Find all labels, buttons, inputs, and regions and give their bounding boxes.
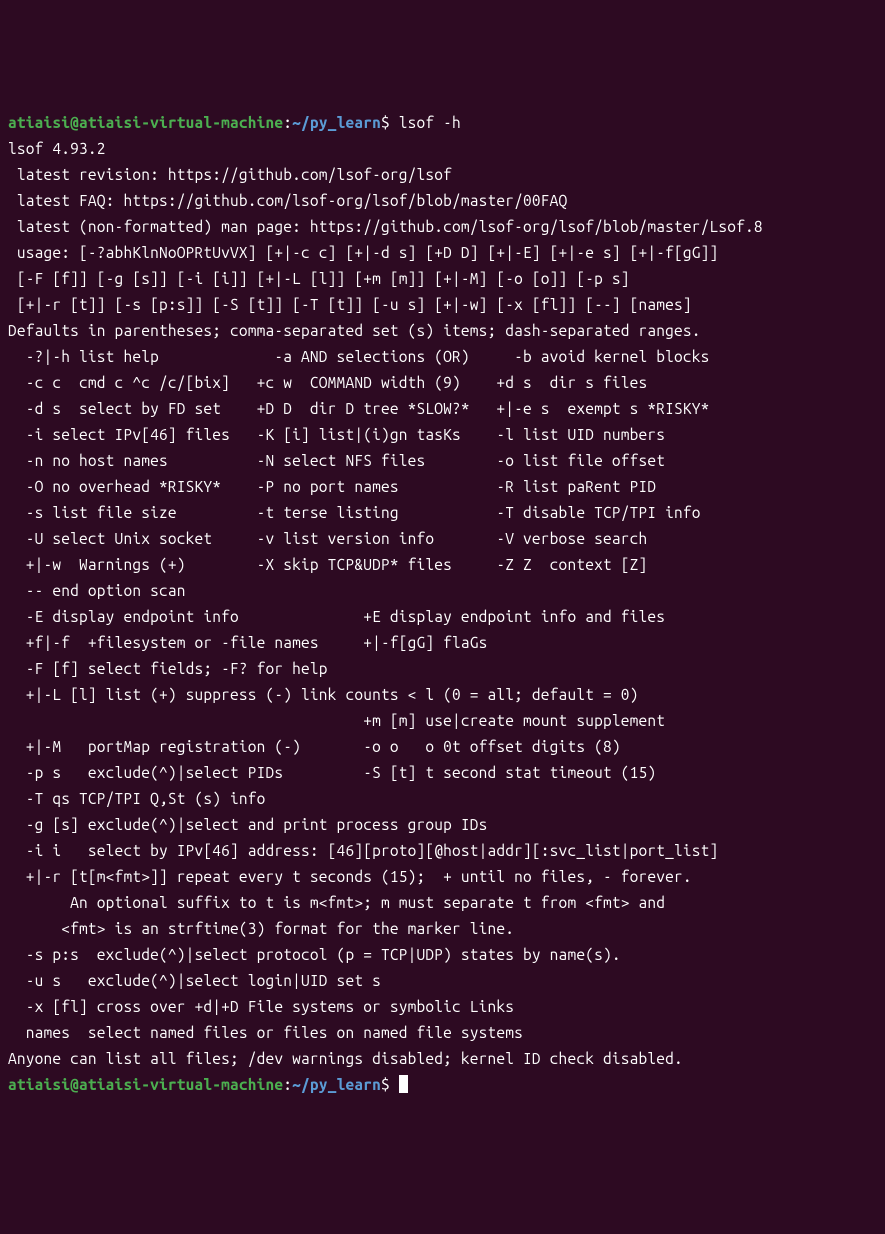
output-line: -i i select by IPv[46] address: [46][pro… xyxy=(8,842,718,859)
output-line: lsof 4.93.2 xyxy=(8,140,106,157)
output-line: latest FAQ: https://github.com/lsof-org/… xyxy=(8,192,567,209)
prompt-line-2[interactable]: atiaisi@atiaisi-virtual-machine:~/py_lea… xyxy=(8,1076,408,1093)
prompt-path: ~/py_learn xyxy=(292,114,381,131)
output-line: -d s select by FD set +D D dir D tree *S… xyxy=(8,400,710,417)
prompt-path: ~/py_learn xyxy=(292,1076,381,1093)
output-line: +m [m] use|create mount supplement xyxy=(8,712,665,729)
prompt-line-1: atiaisi@atiaisi-virtual-machine:~/py_lea… xyxy=(8,114,461,131)
output-line: -U select Unix socket -v list version in… xyxy=(8,530,647,547)
output-line: -O no overhead *RISKY* -P no port names … xyxy=(8,478,656,495)
output-line: +|-w Warnings (+) -X skip TCP&UDP* files… xyxy=(8,556,647,573)
command-text: lsof -h xyxy=(390,114,461,131)
output-line: -E display endpoint info +E display endp… xyxy=(8,608,683,625)
output-line: -?|-h list help -a AND selections (OR) -… xyxy=(8,348,710,365)
output-line: An optional suffix to t is m<fmt>; m mus… xyxy=(8,894,665,911)
output-line: -n no host names -N select NFS files -o … xyxy=(8,452,665,469)
prompt-dollar: $ xyxy=(381,1076,390,1093)
output-line: <fmt> is an strftime(3) format for the m… xyxy=(8,920,514,937)
output-line: -F [f] select fields; -F? for help xyxy=(8,660,345,677)
output-line: Anyone can list all files; /dev warnings… xyxy=(8,1050,683,1067)
output-line: +|-M portMap registration (-) -o o o 0t … xyxy=(8,738,621,755)
output-line: Defaults in parentheses; comma-separated… xyxy=(8,322,701,339)
prompt-user: atiaisi@atiaisi-virtual-machine xyxy=(8,1076,283,1093)
output-line: -c c cmd c ^c /c/[bix] +c w COMMAND widt… xyxy=(8,374,647,391)
output-line: [-F [f]] [-g [s]] [-i [i]] [+|-L [l]] [+… xyxy=(8,270,630,287)
output-line: -g [s] exclude(^)|select and print proce… xyxy=(8,816,488,833)
terminal-output[interactable]: atiaisi@atiaisi-virtual-machine:~/py_lea… xyxy=(8,110,877,1098)
output-line: -s p:s exclude(^)|select protocol (p = T… xyxy=(8,946,621,963)
command-text xyxy=(390,1076,399,1093)
prompt-user: atiaisi@atiaisi-virtual-machine xyxy=(8,114,283,131)
output-line: +f|-f +filesystem or -file names +|-f[gG… xyxy=(8,634,496,651)
output-line: -i select IPv[46] files -K [i] list|(i)g… xyxy=(8,426,665,443)
output-line: -- end option scan xyxy=(8,582,239,599)
output-line: -p s exclude(^)|select PIDs -S [t] t sec… xyxy=(8,764,656,781)
prompt-dollar: $ xyxy=(381,114,390,131)
output-line: +|-r [t[m<fmt>]] repeat every t seconds … xyxy=(8,868,692,885)
output-line: -u s exclude(^)|select login|UID set s xyxy=(8,972,381,989)
prompt-colon: : xyxy=(283,1076,292,1093)
output-line: usage: [-?abhKlnNoOPRtUvVX] [+|-c c] [+|… xyxy=(8,244,718,261)
output-line: -T qs TCP/TPI Q,St (s) info xyxy=(8,790,266,807)
output-line: latest revision: https://github.com/lsof… xyxy=(8,166,452,183)
output-line: latest (non-formatted) man page: https:/… xyxy=(8,218,763,235)
output-line: names select named files or files on nam… xyxy=(8,1024,523,1041)
output-line: [+|-r [t]] [-s [p:s]] [-S [t]] [-T [t]] … xyxy=(8,296,692,313)
prompt-colon: : xyxy=(283,114,292,131)
output-line: -x [fl] cross over +d|+D File systems or… xyxy=(8,998,514,1015)
output-line: +|-L [l] list (+) suppress (-) link coun… xyxy=(8,686,638,703)
terminal-cursor xyxy=(399,1075,408,1093)
output-line: -s list file size -t terse listing -T di… xyxy=(8,504,701,521)
